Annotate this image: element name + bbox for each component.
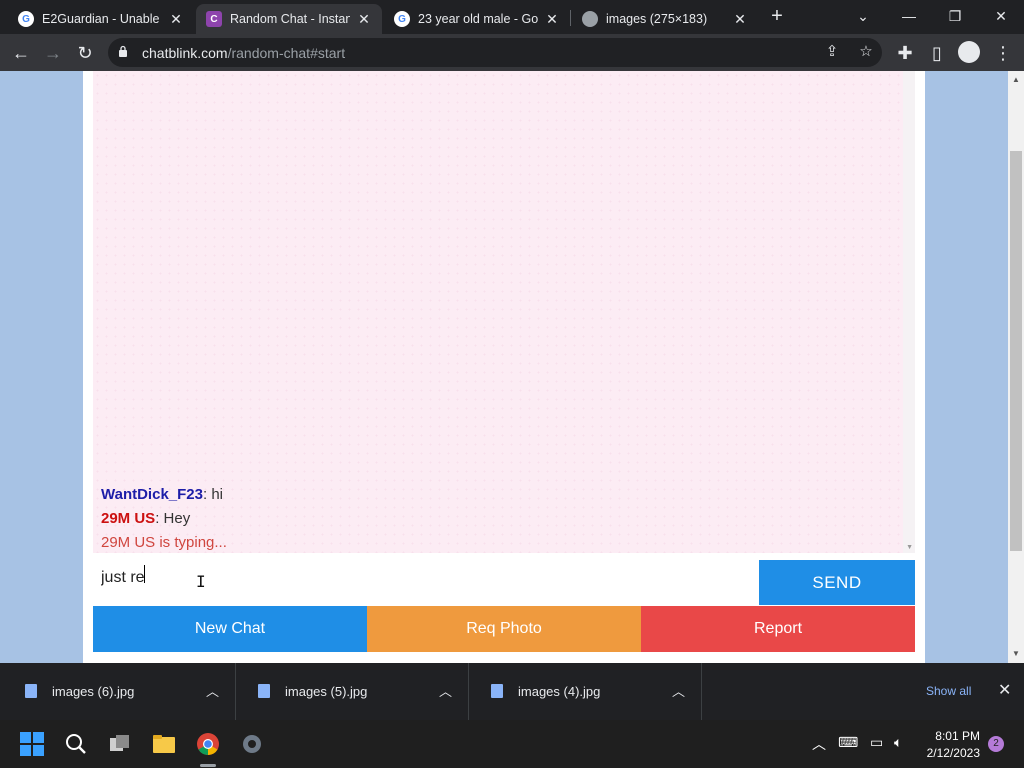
new-chat-button[interactable]: New Chat: [93, 606, 367, 652]
browser-tab-active[interactable]: C Random Chat - Instant ✕: [196, 4, 382, 34]
show-all-downloads-link[interactable]: Show all: [926, 684, 971, 698]
search-icon[interactable]: [64, 732, 88, 756]
browser-tab-strip: G E2Guardian - Unable to ✕ C Random Chat…: [0, 0, 1024, 34]
browser-tab[interactable]: G 23 year old male - Goo ✕: [384, 4, 570, 34]
bookmark-star-icon[interactable]: ☆: [856, 42, 876, 62]
keyboard-icon[interactable]: ⌨: [838, 734, 858, 751]
google-icon: G: [394, 11, 410, 27]
url-domain: chatblink.com: [142, 45, 228, 61]
address-bar[interactable]: chatblink.com/random-chat#start ⇪ ☆: [108, 38, 882, 67]
message-text: : hi: [202, 486, 223, 503]
message-nick: WantDick_F23: [101, 486, 203, 503]
download-item[interactable]: images (6).jpg ︿: [3, 663, 236, 720]
file-explorer-icon[interactable]: [152, 732, 176, 756]
file-icon: [258, 684, 270, 698]
network-icon[interactable]: ▭: [870, 734, 883, 751]
page-scrollbar[interactable]: ▲ ▼: [1008, 71, 1024, 663]
restore-icon[interactable]: ❐: [932, 4, 978, 28]
lock-icon: [119, 45, 127, 57]
chatblink-icon: C: [206, 11, 222, 27]
close-tab-icon[interactable]: ✕: [356, 11, 372, 28]
message-input[interactable]: [93, 559, 759, 605]
tab-separator: [570, 10, 571, 26]
file-icon: [25, 684, 37, 698]
tab-title: 23 year old male - Goo: [418, 12, 538, 26]
reload-icon[interactable]: ↻: [72, 40, 98, 66]
text-caret: [144, 565, 145, 583]
chevron-up-icon[interactable]: ︿: [812, 734, 826, 754]
scroll-down-arrow-icon[interactable]: ▼: [906, 544, 913, 551]
tab-search-icon[interactable]: ⌄: [840, 4, 886, 28]
chevron-up-icon[interactable]: ︿: [439, 681, 452, 700]
chevron-up-icon[interactable]: ︿: [672, 681, 685, 700]
clock-date[interactable]: 2/12/2023: [918, 746, 980, 760]
scroll-down-arrow-icon[interactable]: ▼: [1012, 649, 1020, 658]
web-page: WantDick_F23: hi 29M US: Hey 29M US is t…: [0, 71, 1008, 663]
profile-avatar-icon[interactable]: [958, 41, 980, 63]
chat-message: WantDick_F23: hi: [101, 486, 223, 503]
download-filename: images (5).jpg: [285, 684, 368, 699]
close-tab-icon[interactable]: ✕: [168, 11, 184, 28]
report-button[interactable]: Report: [641, 606, 915, 652]
scroll-up-arrow-icon[interactable]: ▲: [1012, 75, 1020, 84]
message-text: : Hey: [155, 510, 191, 527]
page-scroll-thumb[interactable]: [1010, 151, 1022, 551]
send-button[interactable]: SEND: [759, 560, 915, 605]
download-filename: images (4).jpg: [518, 684, 601, 699]
task-view-icon[interactable]: [108, 732, 132, 756]
side-panel-icon[interactable]: ▯: [924, 40, 950, 66]
close-icon[interactable]: ✕: [998, 680, 1011, 700]
browser-toolbar: ← → ↻ chatblink.com/random-chat#start ⇪ …: [0, 34, 1024, 71]
browser-tab[interactable]: G E2Guardian - Unable to ✕: [8, 4, 194, 34]
windows-start-icon[interactable]: [20, 732, 44, 756]
back-icon[interactable]: ←: [8, 40, 34, 66]
message-nick: 29M US: [101, 510, 156, 527]
mouse-cursor-ibeam-icon: I: [196, 572, 206, 591]
google-icon: G: [18, 11, 34, 27]
tab-title: E2Guardian - Unable to: [42, 12, 162, 26]
notification-badge[interactable]: 2: [988, 736, 1004, 752]
close-tab-icon[interactable]: ✕: [732, 11, 748, 28]
chat-log[interactable]: WantDick_F23: hi 29M US: Hey 29M US is t…: [93, 71, 915, 553]
clock-time[interactable]: 8:01 PM: [928, 729, 980, 743]
close-window-icon[interactable]: ✕: [978, 4, 1024, 28]
download-item[interactable]: images (4).jpg ︿: [469, 663, 702, 720]
settings-gear-icon[interactable]: [240, 732, 264, 756]
tab-title: images (275×183): [606, 12, 708, 26]
download-item[interactable]: images (5).jpg ︿: [236, 663, 469, 720]
browser-tab[interactable]: images (275×183) ✕: [572, 4, 758, 34]
chat-scrollbar[interactable]: ▼: [903, 71, 915, 553]
extensions-icon[interactable]: ✚: [892, 40, 918, 66]
share-icon[interactable]: ⇪: [822, 42, 842, 62]
url-text[interactable]: chatblink.com/random-chat#start: [142, 45, 345, 61]
url-path: /random-chat#start: [227, 45, 346, 61]
forward-icon[interactable]: →: [40, 40, 66, 66]
download-filename: images (6).jpg: [52, 684, 135, 699]
request-photo-button[interactable]: Req Photo: [367, 606, 641, 652]
volume-icon[interactable]: 🔈︎: [894, 734, 902, 751]
close-tab-icon[interactable]: ✕: [544, 11, 560, 28]
globe-icon: [582, 11, 598, 27]
typing-indicator: 29M US is typing...: [101, 534, 227, 551]
chat-message: 29M US: Hey: [101, 510, 190, 527]
tab-title: Random Chat - Instant: [230, 12, 350, 26]
chrome-icon[interactable]: [196, 732, 220, 756]
file-icon: [491, 684, 503, 698]
chevron-up-icon[interactable]: ︿: [206, 681, 219, 700]
menu-kebab-icon[interactable]: ⋮: [990, 40, 1016, 66]
downloads-bar: images (6).jpg ︿ images (5).jpg ︿ images…: [0, 663, 1024, 720]
new-tab-button[interactable]: +: [766, 6, 788, 28]
minimize-icon[interactable]: —: [886, 4, 932, 28]
chat-container: WantDick_F23: hi 29M US: Hey 29M US is t…: [83, 71, 925, 663]
windows-taskbar: ︿ ⌨ ▭ 🔈︎ 8:01 PM 2/12/2023 2: [0, 720, 1024, 768]
active-app-indicator: [200, 764, 216, 767]
